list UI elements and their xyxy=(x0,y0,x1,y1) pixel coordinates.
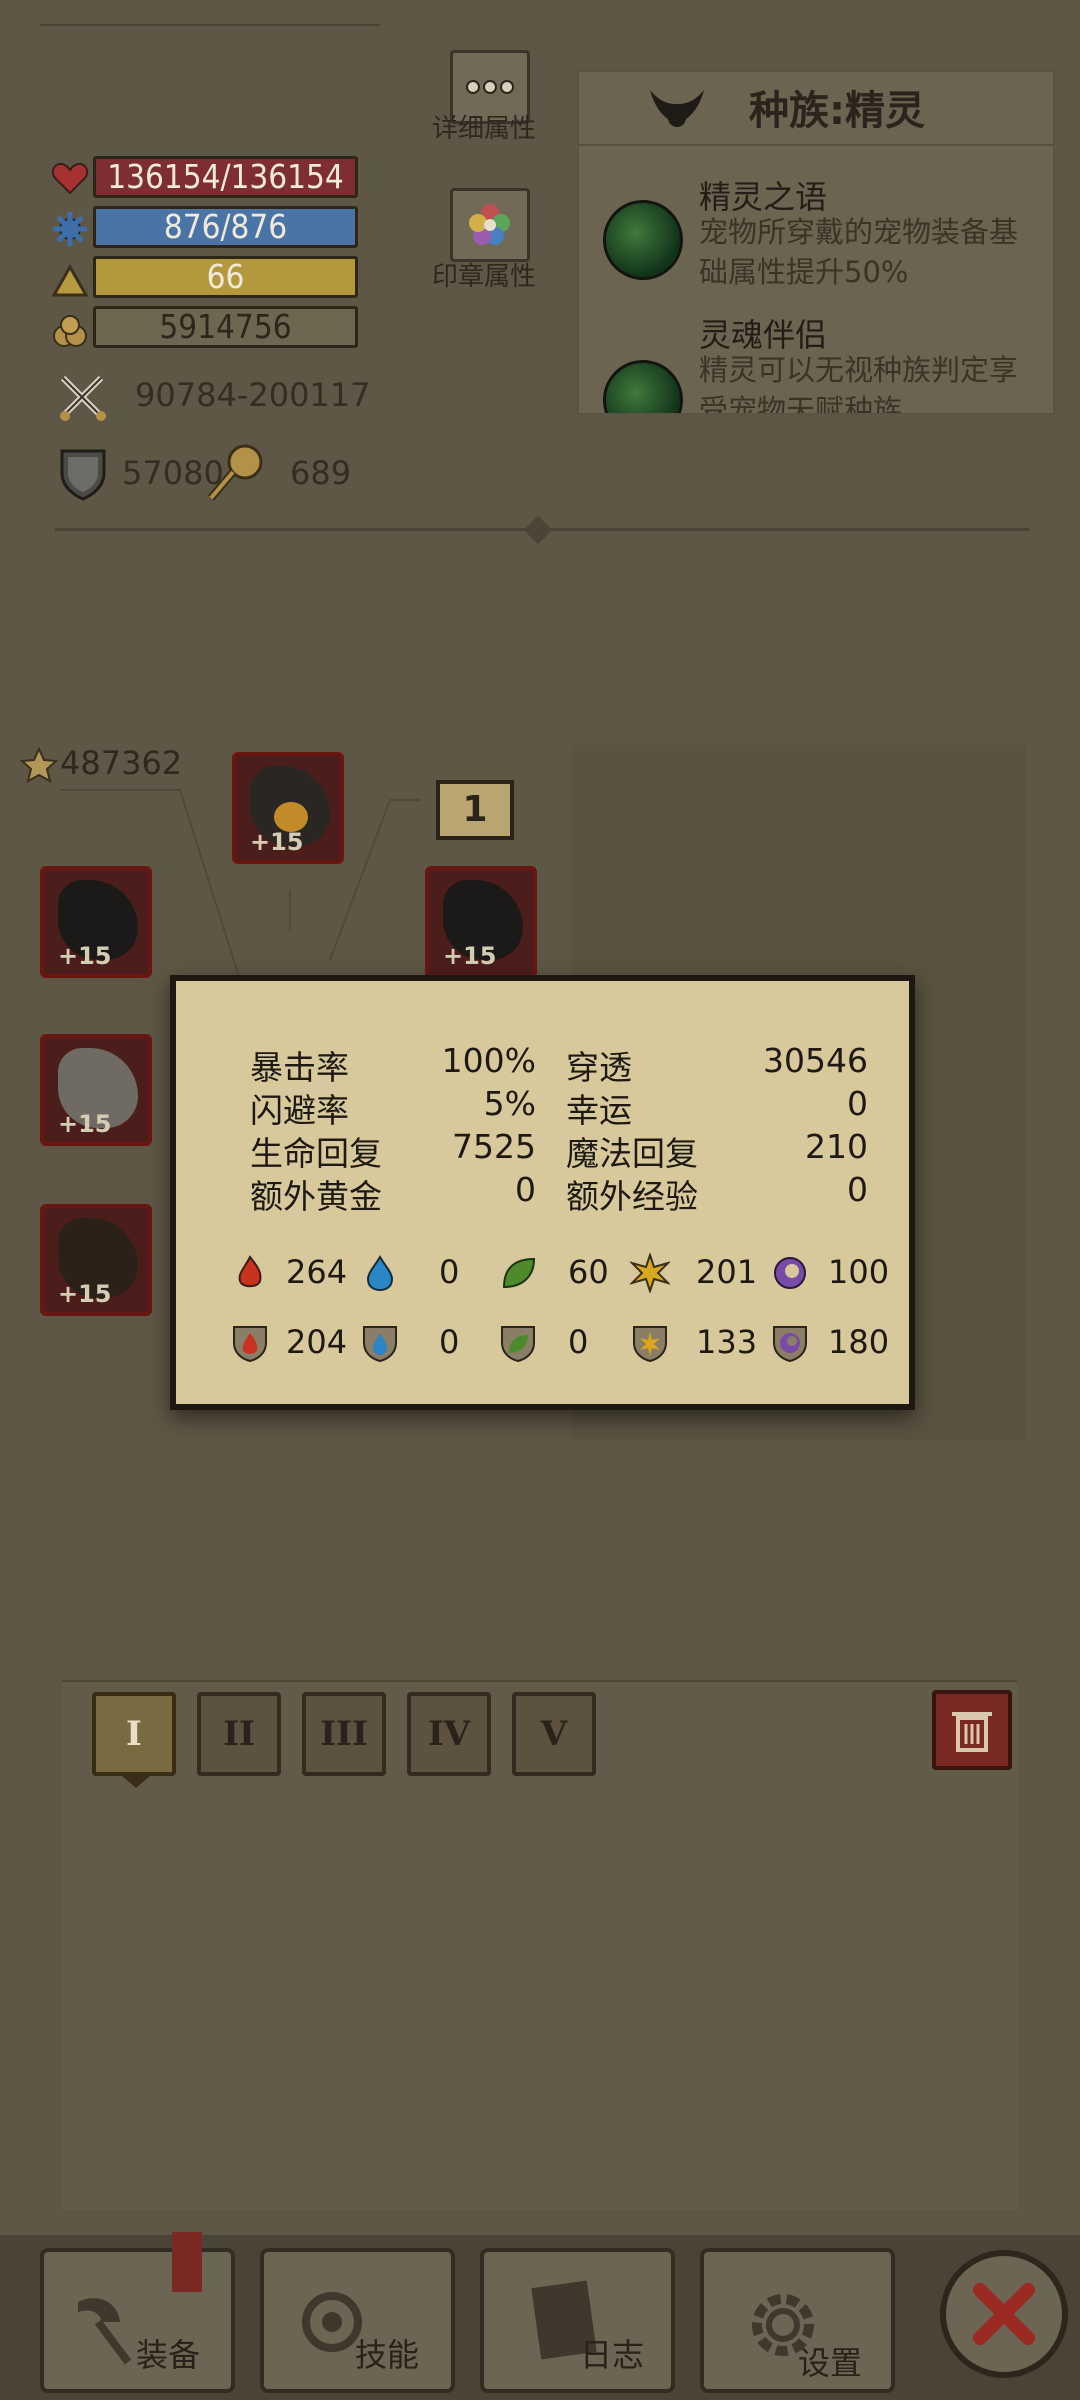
mp-regen-label: 魔法回复 xyxy=(566,1134,698,1173)
fire-attack-icon xyxy=(238,1255,262,1288)
nav-equip-label: 装备 xyxy=(136,2336,201,2374)
nature-resist-value: 0 xyxy=(568,1323,589,1361)
hp-regen-label: 生命回复 xyxy=(250,1134,382,1173)
hp-bar: 136154/136154 xyxy=(93,156,358,198)
top-divider-left xyxy=(40,24,380,26)
nav-settings-label: 设置 xyxy=(798,2344,863,2382)
dark-attack-value: 100 xyxy=(828,1253,890,1291)
resist-orb-icon xyxy=(207,444,263,501)
attack-value: 90784-200117 xyxy=(135,376,371,414)
fire-resist-value: 204 xyxy=(286,1323,348,1361)
gold-pile-icon xyxy=(53,315,87,347)
active-tab-pointer xyxy=(122,1776,150,1788)
light-attack-value: 201 xyxy=(696,1253,758,1291)
gauntlet-slot[interactable]: +15 xyxy=(40,1034,152,1146)
mp-bar: 876/876 xyxy=(93,206,358,248)
set-tab-4[interactable]: IV xyxy=(407,1692,491,1776)
nature-resist-icon xyxy=(501,1326,535,1363)
fire-attack-value: 264 xyxy=(286,1253,348,1291)
luck-value: 0 xyxy=(847,1084,868,1123)
hp-regen-value: 7525 xyxy=(452,1127,536,1166)
elf-language-trait-icon xyxy=(603,200,683,280)
seal-attributes-button[interactable] xyxy=(450,188,530,262)
equipment-score: 487362 xyxy=(60,744,183,782)
trait-desc-2: 精灵可以无视种族判定享受宠物天赋种族 xyxy=(699,353,1019,415)
crit-rate-label: 暴击率 xyxy=(250,1048,349,1087)
race-title: 种族:精灵 xyxy=(749,88,925,134)
set-tab-3[interactable]: III xyxy=(302,1692,386,1776)
resist-value: 689 xyxy=(290,454,352,492)
set-tab-5[interactable]: V xyxy=(512,1692,596,1776)
water-resist-value: 0 xyxy=(439,1323,460,1361)
detail-attributes-label: 详细属性 xyxy=(432,114,537,144)
helmet-slot[interactable]: +15 xyxy=(232,752,344,864)
axe-icon xyxy=(78,2298,132,2365)
light-resist-value: 133 xyxy=(696,1323,758,1361)
soul-mate-trait-icon xyxy=(603,360,683,413)
mp-regen-value: 210 xyxy=(805,1127,868,1166)
armor-slot[interactable]: +15 xyxy=(425,866,537,978)
dark-attack-icon xyxy=(774,1257,806,1289)
level-triangle-icon xyxy=(51,263,89,297)
shield-icon xyxy=(60,449,106,501)
helmet-plus: +15 xyxy=(250,828,304,856)
race-panel: 种族:精灵 精灵之语 宠物所穿戴的宠物装备基础属性提升50% 灵魂伴侣 精灵可以… xyxy=(577,70,1055,415)
weapon-slot[interactable]: +15 xyxy=(40,866,152,978)
gauntlet-plus: +15 xyxy=(58,1110,112,1138)
dodge-rate-value: 5% xyxy=(483,1084,536,1123)
crossed-swords-icon xyxy=(60,375,106,421)
level-badge: 1 xyxy=(436,780,514,840)
water-attack-icon xyxy=(366,1255,394,1292)
crit-rate-value: 100% xyxy=(441,1041,536,1080)
extra-gold-value: 0 xyxy=(515,1170,536,1209)
penetration-label: 穿透 xyxy=(566,1048,632,1087)
dark-resist-value: 180 xyxy=(828,1323,890,1361)
level-bar: 66 xyxy=(93,256,358,298)
seal-flower-icon xyxy=(469,204,510,245)
penetration-value: 30546 xyxy=(763,1041,868,1080)
extra-exp-label: 额外经验 xyxy=(566,1177,698,1216)
race-title-underline xyxy=(579,144,1053,146)
extra-gold-label: 额外黄金 xyxy=(250,1177,382,1216)
set-tab-2[interactable]: II xyxy=(197,1692,281,1776)
delete-button[interactable] xyxy=(932,1690,1012,1770)
water-attack-value: 0 xyxy=(439,1253,460,1291)
close-button[interactable] xyxy=(940,2250,1068,2378)
water-resist-icon xyxy=(363,1326,397,1363)
nature-attack-value: 60 xyxy=(568,1253,609,1291)
nav-log-label: 日志 xyxy=(580,2336,645,2374)
nav-log-button[interactable] xyxy=(480,2248,675,2393)
dodge-rate-label: 闪避率 xyxy=(250,1091,349,1130)
armor-plus: +15 xyxy=(443,942,497,970)
light-attack-icon xyxy=(630,1253,670,1293)
boots-plus: +15 xyxy=(58,1280,112,1308)
bookmark-ribbon xyxy=(172,2232,202,2292)
fire-resist-icon xyxy=(233,1326,267,1363)
mana-gear-icon xyxy=(53,212,87,246)
nature-attack-icon xyxy=(502,1257,536,1289)
trash-icon xyxy=(952,1712,992,1752)
nav-skill-label: 技能 xyxy=(355,2336,420,2374)
heart-icon xyxy=(51,162,89,195)
gold-bar: 5914756 xyxy=(93,306,358,348)
star-icon xyxy=(20,746,58,783)
race-crest-icon xyxy=(650,90,704,127)
divider-ornament xyxy=(523,515,553,545)
extra-exp-value: 0 xyxy=(847,1170,868,1209)
dark-resist-icon xyxy=(773,1326,807,1363)
weapon-plus: +15 xyxy=(58,942,112,970)
boots-slot[interactable]: +15 xyxy=(40,1204,152,1316)
light-resist-icon xyxy=(633,1326,667,1363)
luck-label: 幸运 xyxy=(566,1091,632,1130)
set-tab-1[interactable]: I xyxy=(92,1692,176,1776)
trait-desc-1: 宠物所穿戴的宠物装备基础属性提升50% xyxy=(699,215,1019,289)
close-icon xyxy=(973,2283,1035,2345)
seal-attributes-label: 印章属性 xyxy=(432,262,537,292)
attribute-tooltip: 暴击率 100% 穿透 30546 闪避率 5% 幸运 0 生命回复 7525 … xyxy=(170,975,915,1410)
